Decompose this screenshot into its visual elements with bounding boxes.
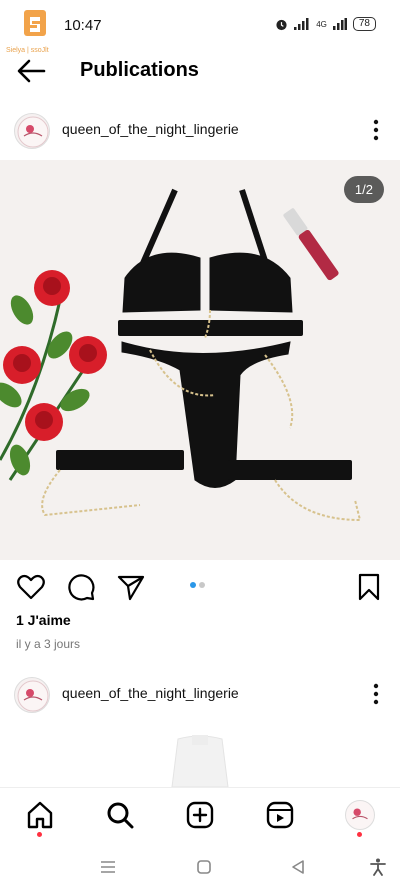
carousel-dot-active bbox=[190, 582, 196, 588]
carousel-dot bbox=[199, 582, 205, 588]
reels-icon[interactable] bbox=[265, 800, 295, 830]
battery-indicator: 78 bbox=[352, 17, 376, 31]
profile-icon[interactable] bbox=[345, 800, 375, 830]
more-vertical-icon[interactable] bbox=[368, 682, 384, 706]
notification-dot bbox=[37, 832, 42, 837]
post-username[interactable]: queen_of_the_night_lingerie bbox=[62, 685, 239, 701]
accessibility-icon[interactable] bbox=[368, 857, 388, 877]
bookmark-icon[interactable] bbox=[354, 572, 384, 602]
more-vertical-icon[interactable] bbox=[368, 118, 384, 142]
menu-icon[interactable] bbox=[98, 857, 118, 877]
system-nav-bar bbox=[0, 847, 400, 890]
network-type: 4G bbox=[316, 19, 327, 29]
status-icons: 4G 78 bbox=[275, 17, 376, 31]
post-header: queen_of_the_night_lingerie bbox=[0, 668, 400, 720]
search-icon[interactable] bbox=[105, 800, 135, 830]
profile-avatar-icon bbox=[352, 808, 368, 820]
status-time: 10:47 bbox=[64, 17, 102, 34]
post-actions bbox=[0, 568, 400, 604]
post-header: queen_of_the_night_lingerie bbox=[0, 104, 400, 156]
avatar-logo-icon bbox=[17, 680, 49, 712]
carousel-dots bbox=[190, 582, 205, 588]
post-timestamp: il y a 3 jours bbox=[16, 637, 81, 651]
arrow-left-icon[interactable] bbox=[16, 58, 46, 84]
avatar[interactable] bbox=[14, 677, 50, 713]
create-icon[interactable] bbox=[185, 800, 215, 830]
avatar-logo-icon bbox=[17, 116, 49, 148]
signal-icon bbox=[294, 18, 309, 30]
product-photo bbox=[0, 725, 400, 787]
header: Publications bbox=[0, 48, 400, 94]
post-image[interactable]: 1/2 bbox=[0, 160, 400, 560]
page-indicator-badge: 1/2 bbox=[343, 176, 384, 203]
post-username[interactable]: queen_of_the_night_lingerie bbox=[62, 121, 239, 137]
notification-dot bbox=[357, 832, 362, 837]
comment-icon[interactable] bbox=[66, 572, 96, 602]
signal-icon-2 bbox=[332, 18, 347, 30]
send-icon[interactable] bbox=[116, 572, 146, 602]
home-icon[interactable] bbox=[25, 800, 55, 830]
likes-count[interactable]: 1 J'aime bbox=[16, 612, 71, 628]
page-title: Publications bbox=[80, 59, 199, 81]
heart-icon[interactable] bbox=[16, 572, 46, 602]
post-image[interactable] bbox=[0, 725, 400, 787]
back-triangle-icon[interactable] bbox=[288, 857, 308, 877]
product-photo bbox=[0, 160, 400, 560]
bottom-nav bbox=[0, 787, 400, 847]
status-bar: Sielya | ssoJlt 10:47 4G 78 bbox=[0, 0, 400, 54]
alarm-icon bbox=[276, 19, 287, 30]
home-square-icon[interactable] bbox=[194, 857, 214, 877]
avatar[interactable] bbox=[14, 113, 50, 149]
